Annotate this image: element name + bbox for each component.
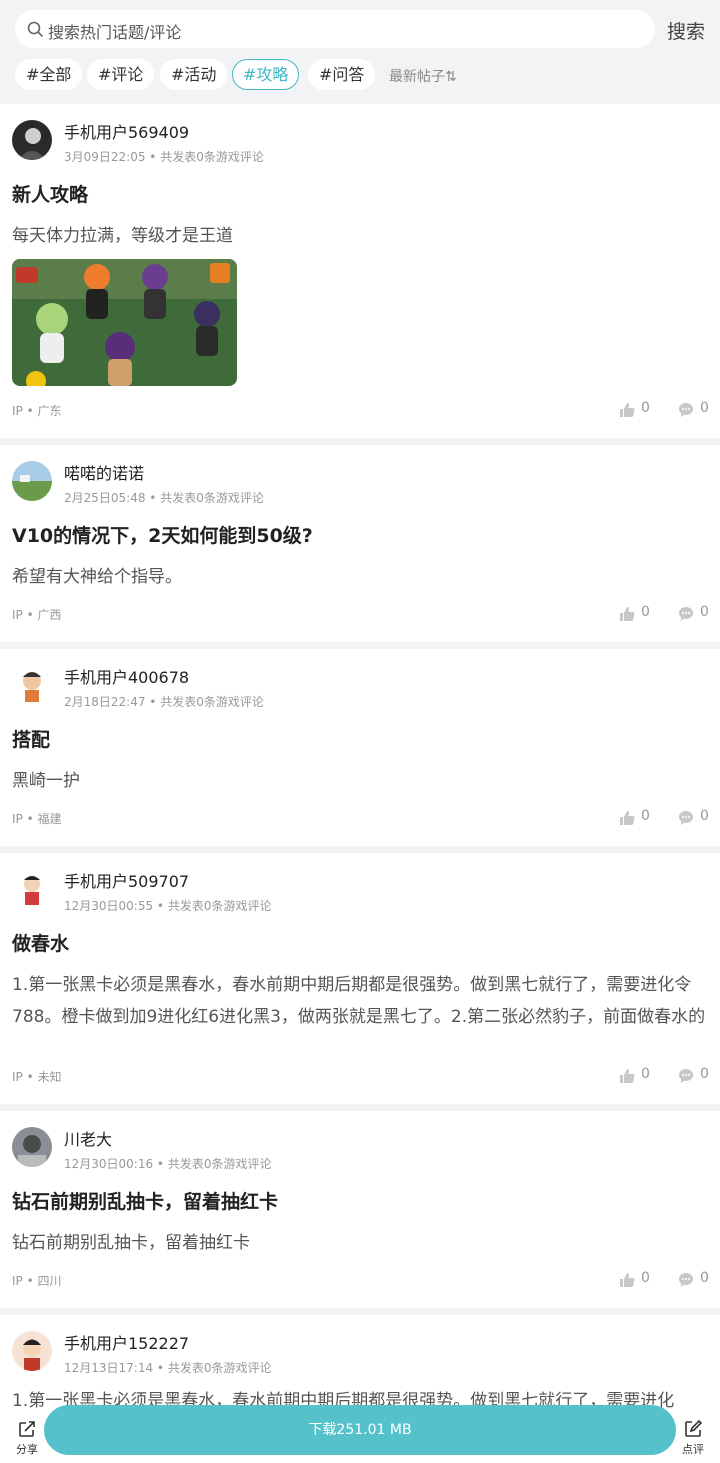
post-body: 1.第一张黑卡必须是黑春水，春水前期中期后期都是很强势。做到黑七就行了，需要进化…	[12, 975, 706, 1027]
like-button[interactable]: 0	[619, 1066, 659, 1086]
comment-count: 0	[700, 604, 709, 620]
comment-icon	[679, 811, 693, 825]
top-bar: 搜索热门话题/评论 搜索 #全部 #评论 #活动 #攻略 #问答 最新帖子⇅	[0, 0, 720, 104]
like-button[interactable]: 0	[619, 808, 659, 828]
username[interactable]: 川老大	[64, 1126, 112, 1150]
tag-review[interactable]: #评论	[87, 59, 155, 90]
username[interactable]: 手机用户569409	[64, 119, 189, 143]
post-title: 钻石前期别乱抽卡，留着抽红卡	[12, 1191, 279, 1213]
share-label: 分享	[16, 1443, 38, 1456]
post-meta: 12月13日17:14 • 共发表0条游戏评论	[64, 1361, 272, 1375]
like-button[interactable]: 0	[619, 400, 659, 420]
ip-location: IP • 广东	[12, 404, 62, 418]
post-card[interactable]: 手机用户400678 2月18日22:47 • 共发表0条游戏评论 搭配 黑崎一…	[0, 649, 720, 846]
thumbs-up-icon	[620, 403, 635, 417]
post-meta: 2月25日05:48 • 共发表0条游戏评论	[64, 491, 264, 505]
like-count: 0	[641, 400, 650, 416]
share-icon	[19, 1421, 35, 1437]
post-meta: 3月09日22:05 • 共发表0条游戏评论	[64, 150, 264, 164]
post-title: 搭配	[12, 729, 51, 751]
rate-button[interactable]: 点评	[678, 1417, 708, 1457]
username[interactable]: 手机用户400678	[64, 664, 189, 688]
post-meta: 12月30日00:16 • 共发表0条游戏评论	[64, 1157, 272, 1171]
thumbs-up-icon	[620, 607, 635, 621]
comment-count: 0	[700, 808, 709, 824]
like-button[interactable]: 0	[619, 604, 659, 624]
avatar[interactable]	[12, 1127, 52, 1167]
like-button[interactable]: 0	[619, 1270, 659, 1290]
tag-qa[interactable]: #问答	[308, 59, 376, 90]
post-body: 希望有大神给个指导。	[12, 567, 182, 587]
post-image[interactable]	[12, 259, 237, 386]
ip-location: IP • 福建	[12, 812, 62, 826]
username[interactable]: 手机用户152227	[64, 1330, 189, 1354]
avatar[interactable]	[12, 869, 52, 909]
comment-button[interactable]: 0	[678, 400, 718, 420]
search-icon	[27, 21, 43, 37]
post-title: V10的情况下，2天如何能到50级?	[12, 525, 313, 547]
comment-button[interactable]: 0	[678, 604, 718, 624]
comment-count: 0	[700, 400, 709, 416]
tag-activity[interactable]: #活动	[160, 59, 228, 90]
post-meta: 2月18日22:47 • 共发表0条游戏评论	[64, 695, 264, 709]
like-count: 0	[641, 1066, 650, 1082]
thumbs-up-icon	[620, 1273, 635, 1287]
post-meta: 12月30日00:55 • 共发表0条游戏评论	[64, 899, 272, 913]
like-count: 0	[641, 808, 650, 824]
comment-icon	[679, 1069, 693, 1083]
share-button[interactable]: 分享	[12, 1417, 42, 1457]
ip-location: IP • 未知	[12, 1070, 62, 1084]
post-card[interactable]: 手机用户569409 3月09日22:05 • 共发表0条游戏评论 新人攻略 每…	[0, 104, 720, 438]
post-card[interactable]: 川老大 12月30日00:16 • 共发表0条游戏评论 钻石前期别乱抽卡，留着抽…	[0, 1111, 720, 1308]
comment-icon	[679, 403, 693, 417]
search-button[interactable]: 搜索	[667, 17, 705, 44]
ip-location: IP • 广西	[12, 608, 62, 622]
search-input[interactable]: 搜索热门话题/评论	[15, 10, 655, 48]
post-card[interactable]: 喏喏的诺诺 2月25日05:48 • 共发表0条游戏评论 V10的情况下，2天如…	[0, 445, 720, 642]
comment-count: 0	[700, 1066, 709, 1082]
avatar[interactable]	[12, 1331, 52, 1371]
edit-icon	[685, 1419, 703, 1437]
post-title: 做春水	[12, 933, 70, 955]
comment-count: 0	[700, 1270, 709, 1286]
avatar[interactable]	[12, 120, 52, 160]
comment-icon	[679, 1273, 693, 1287]
thumbs-up-icon	[620, 811, 635, 825]
download-button[interactable]: 下载251.01 MB	[44, 1405, 676, 1455]
like-count: 0	[641, 604, 650, 620]
post-body: 钻石前期别乱抽卡，留着抽红卡	[12, 1233, 250, 1253]
tag-all[interactable]: #全部	[15, 59, 83, 90]
username[interactable]: 喏喏的诺诺	[64, 460, 144, 484]
comment-button[interactable]: 0	[678, 808, 718, 828]
username[interactable]: 手机用户509707	[64, 868, 189, 892]
sort-newest[interactable]: 最新帖子⇅	[389, 66, 457, 86]
tag-guide[interactable]: #攻略	[232, 59, 300, 90]
post-body: 每天体力拉满，等级才是王道	[12, 226, 233, 246]
post-title: 新人攻略	[12, 184, 89, 206]
search-placeholder: 搜索热门话题/评论	[48, 23, 182, 42]
post-body: 黑崎一护	[12, 771, 80, 791]
comment-button[interactable]: 0	[678, 1270, 718, 1290]
rate-label: 点评	[682, 1443, 704, 1456]
comment-icon	[679, 607, 693, 621]
like-count: 0	[641, 1270, 650, 1286]
post-card[interactable]: 手机用户509707 12月30日00:55 • 共发表0条游戏评论 做春水 1…	[0, 853, 720, 1104]
bottom-action-bar: 分享 下载251.01 MB 点评	[0, 1401, 720, 1463]
avatar[interactable]	[12, 461, 52, 501]
thumbs-up-icon	[620, 1069, 635, 1083]
comment-button[interactable]: 0	[678, 1066, 718, 1086]
avatar[interactable]	[12, 665, 52, 705]
ip-location: IP • 四川	[12, 1274, 62, 1288]
